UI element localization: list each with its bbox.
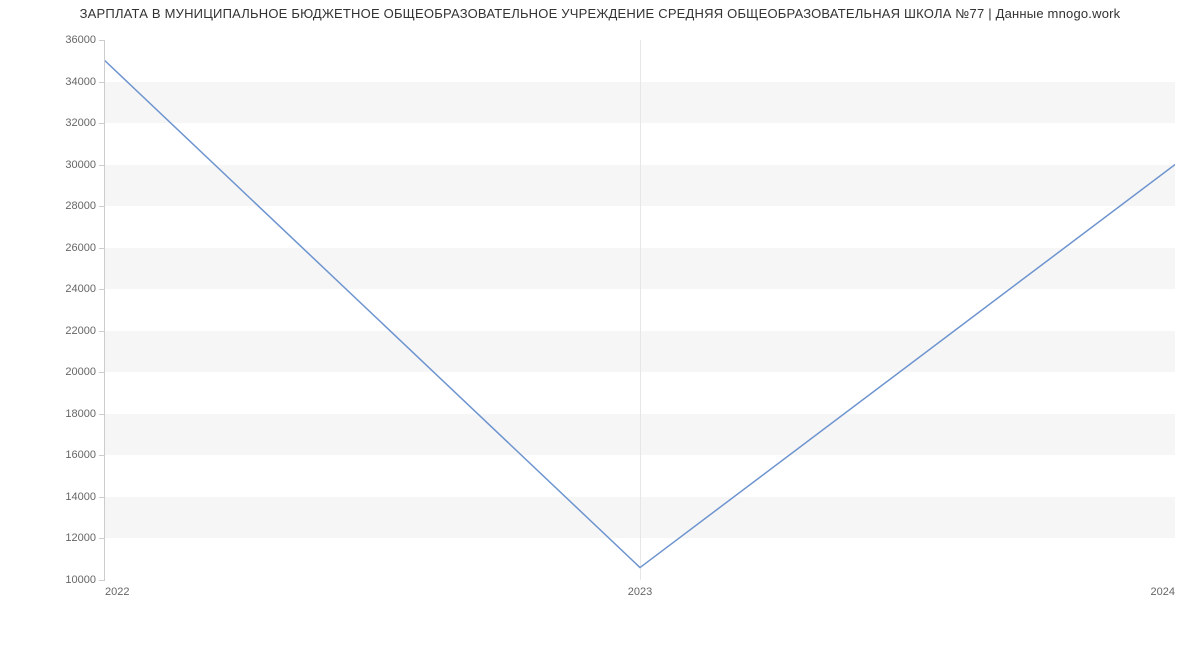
y-tick-label: 20000: [16, 366, 96, 378]
x-tick-label: 2024: [1151, 586, 1175, 598]
chart-title: ЗАРПЛАТА В МУНИЦИПАЛЬНОЕ БЮДЖЕТНОЕ ОБЩЕО…: [0, 6, 1200, 21]
y-tick-label: 24000: [16, 283, 96, 295]
y-tick-label: 26000: [16, 242, 96, 254]
x-tick-label: 2022: [105, 586, 129, 598]
y-tick-label: 28000: [16, 200, 96, 212]
y-tick-label: 32000: [16, 117, 96, 129]
y-tick-label: 12000: [16, 532, 96, 544]
line-series: [105, 40, 1175, 580]
chart-container: ЗАРПЛАТА В МУНИЦИПАЛЬНОЕ БЮДЖЕТНОЕ ОБЩЕО…: [0, 0, 1200, 650]
y-tick-label: 16000: [16, 449, 96, 461]
y-tick-mark: [99, 580, 105, 581]
y-tick-label: 30000: [16, 159, 96, 171]
x-tick-label: 2023: [628, 586, 652, 598]
y-tick-label: 14000: [16, 491, 96, 503]
y-tick-label: 10000: [16, 574, 96, 586]
y-tick-label: 18000: [16, 408, 96, 420]
y-tick-label: 22000: [16, 325, 96, 337]
y-tick-label: 34000: [16, 76, 96, 88]
y-tick-label: 36000: [16, 34, 96, 46]
plot-area: [105, 40, 1175, 580]
